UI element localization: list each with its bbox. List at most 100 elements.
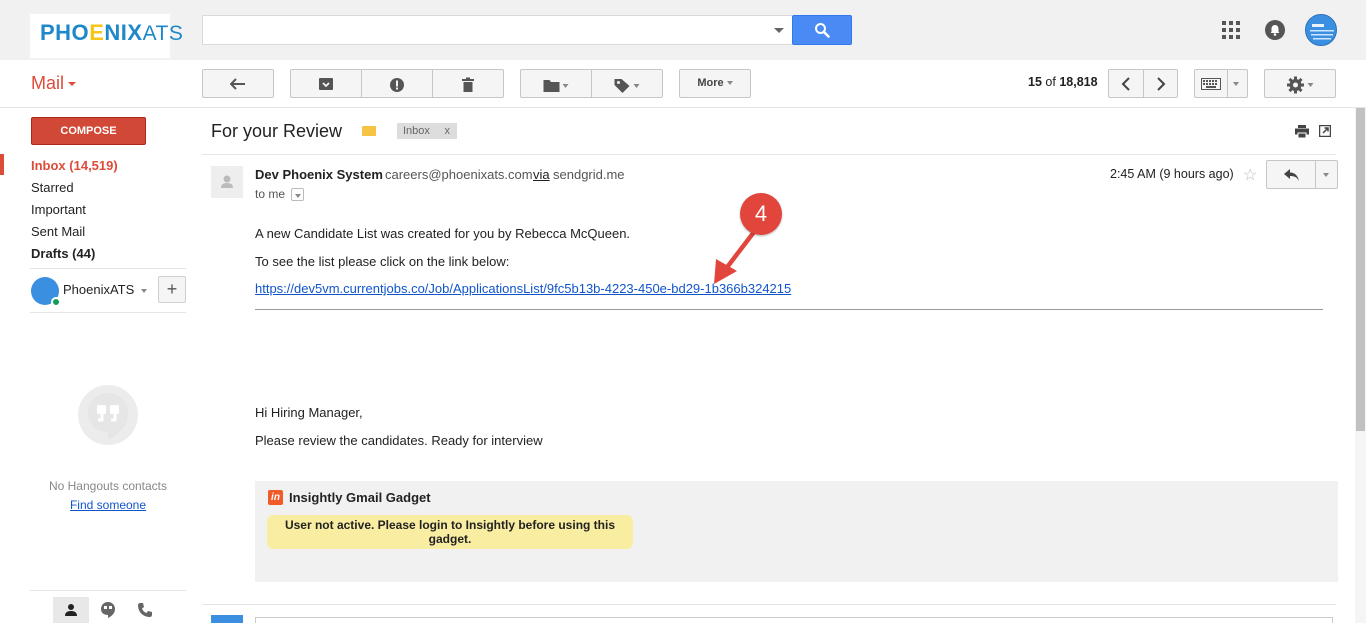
- inbox-label-chip[interactable]: Inbox x: [397, 123, 457, 139]
- notifications-bell-icon[interactable]: [1265, 20, 1285, 40]
- hangouts-tab[interactable]: [90, 597, 126, 623]
- importance-marker-icon[interactable]: [362, 126, 376, 136]
- sender-avatar: [211, 166, 243, 198]
- via-domain: sendgrid.me: [553, 167, 625, 182]
- scrollbar-thumb[interactable]: [1356, 108, 1365, 431]
- delete-button[interactable]: [432, 69, 504, 98]
- via-link[interactable]: via: [533, 167, 550, 182]
- account-avatar[interactable]: [1305, 14, 1337, 46]
- archive-button[interactable]: [290, 69, 362, 98]
- hangouts-account-name: PhoenixATS: [63, 282, 135, 297]
- page-total: 18,818: [1059, 75, 1098, 89]
- sidebar-divider: [30, 268, 186, 269]
- message-timestamp: 2:45 AM (9 hours ago): [1110, 167, 1234, 181]
- page-of-text: of: [1045, 75, 1056, 89]
- new-hangout-button[interactable]: +: [158, 276, 186, 303]
- back-button[interactable]: [202, 69, 274, 98]
- archive-icon: [319, 78, 333, 90]
- more-reply-options-button[interactable]: [1315, 160, 1338, 189]
- phone-icon: [138, 603, 152, 617]
- logo-text-e: E: [89, 20, 105, 45]
- sender-name[interactable]: Dev Phoenix System: [255, 167, 383, 182]
- insightly-gadget: in Insightly Gmail Gadget User not activ…: [255, 481, 1338, 582]
- inbox-label-text: Inbox: [403, 125, 430, 137]
- newer-button[interactable]: [1108, 69, 1144, 98]
- email-subject: For your Review: [211, 121, 343, 141]
- reply-avatar: [211, 615, 243, 623]
- person-icon: [221, 175, 233, 188]
- star-icon[interactable]: ☆: [1243, 165, 1257, 185]
- trash-icon: [462, 77, 474, 92]
- chevron-down-icon: [1323, 173, 1329, 177]
- label-tag-icon: [614, 79, 630, 94]
- reply-arrow-icon: [1284, 169, 1299, 181]
- move-to-button[interactable]: [520, 69, 592, 98]
- phoenixats-logo[interactable]: PHOENIXATS: [30, 14, 183, 58]
- print-icon[interactable]: [1295, 125, 1309, 138]
- hangouts-bottom-tabs: [30, 590, 186, 623]
- chevron-right-icon: [1156, 77, 1165, 91]
- no-hangouts-contacts-text: No Hangouts contacts: [48, 479, 168, 493]
- chevron-down-icon: [1233, 82, 1239, 86]
- greeting-text: Hi Hiring Manager,: [255, 405, 363, 420]
- pagination-count: 15 of 18,818: [1028, 75, 1098, 89]
- reply-button[interactable]: [1266, 160, 1316, 189]
- report-spam-button[interactable]: [361, 69, 433, 98]
- online-status-icon: [51, 297, 61, 307]
- annotation-step-badge: 4: [740, 193, 782, 235]
- phone-tab[interactable]: [127, 597, 163, 623]
- back-arrow-icon: [230, 78, 245, 90]
- older-button[interactable]: [1143, 69, 1178, 98]
- logo-text-nix: NIX: [104, 20, 143, 45]
- sidebar-item-inbox[interactable]: Inbox (14,519): [31, 158, 118, 173]
- input-tools-dropdown[interactable]: [1227, 69, 1248, 98]
- folder-icon: [543, 80, 560, 93]
- sidebar-item-important[interactable]: Important: [31, 202, 86, 217]
- body-text-line: To see the list please click on the link…: [255, 254, 510, 269]
- mail-switcher[interactable]: Mail: [31, 73, 77, 94]
- labels-button[interactable]: [591, 69, 663, 98]
- sidebar-divider: [30, 312, 186, 313]
- contacts-tab[interactable]: [53, 597, 89, 623]
- chevron-down-icon: [295, 194, 301, 198]
- candidate-list-link[interactable]: https://dev5vm.currentjobs.co/Job/Applic…: [255, 281, 791, 296]
- chevron-left-icon: [1121, 77, 1130, 91]
- find-someone-link[interactable]: Find someone: [30, 498, 186, 512]
- insightly-logo-icon: in: [268, 490, 283, 505]
- chevron-down-icon: [633, 83, 640, 88]
- more-actions-button[interactable]: More: [679, 69, 751, 98]
- reply-section-divider: [202, 604, 1336, 605]
- logo-text-pho: PHO: [40, 20, 90, 45]
- compose-button[interactable]: COMPOSE: [31, 117, 146, 145]
- body-text-line: A new Candidate List was created for you…: [255, 226, 631, 241]
- search-icon: [815, 23, 830, 38]
- search-options-caret-icon[interactable]: [774, 28, 784, 33]
- body-horizontal-rule: [255, 309, 1323, 310]
- open-in-new-window-icon[interactable]: [1319, 125, 1331, 137]
- logo-text-ats: ATS: [142, 22, 184, 45]
- hangouts-quote-icon: [78, 385, 138, 445]
- person-icon: [65, 604, 77, 616]
- gear-icon: [1287, 76, 1304, 94]
- chevron-down-icon: [562, 83, 569, 88]
- report-spam-icon: [390, 78, 404, 92]
- chevron-down-icon: [68, 82, 77, 87]
- mail-label: Mail: [31, 73, 65, 93]
- recipient-summary: to me: [255, 187, 286, 201]
- message-divider: [202, 154, 1336, 155]
- sidebar-item-drafts[interactable]: Drafts (44): [31, 246, 95, 261]
- search-input[interactable]: [202, 15, 792, 45]
- apps-grid-icon[interactable]: [1222, 21, 1240, 39]
- remove-label-button[interactable]: x: [445, 123, 451, 139]
- show-details-button[interactable]: [291, 188, 304, 201]
- more-label: More: [697, 77, 724, 89]
- toolbar-divider: [0, 107, 1366, 108]
- sidebar-item-sent-mail[interactable]: Sent Mail: [31, 224, 85, 239]
- sidebar-item-starred[interactable]: Starred: [31, 180, 74, 195]
- chevron-down-icon: [726, 81, 733, 86]
- hangouts-account[interactable]: PhoenixATS: [63, 282, 147, 297]
- settings-button[interactable]: [1264, 69, 1336, 98]
- input-tools-button[interactable]: [1194, 69, 1228, 98]
- search-button[interactable]: [792, 15, 852, 45]
- reply-box[interactable]: [255, 617, 1333, 623]
